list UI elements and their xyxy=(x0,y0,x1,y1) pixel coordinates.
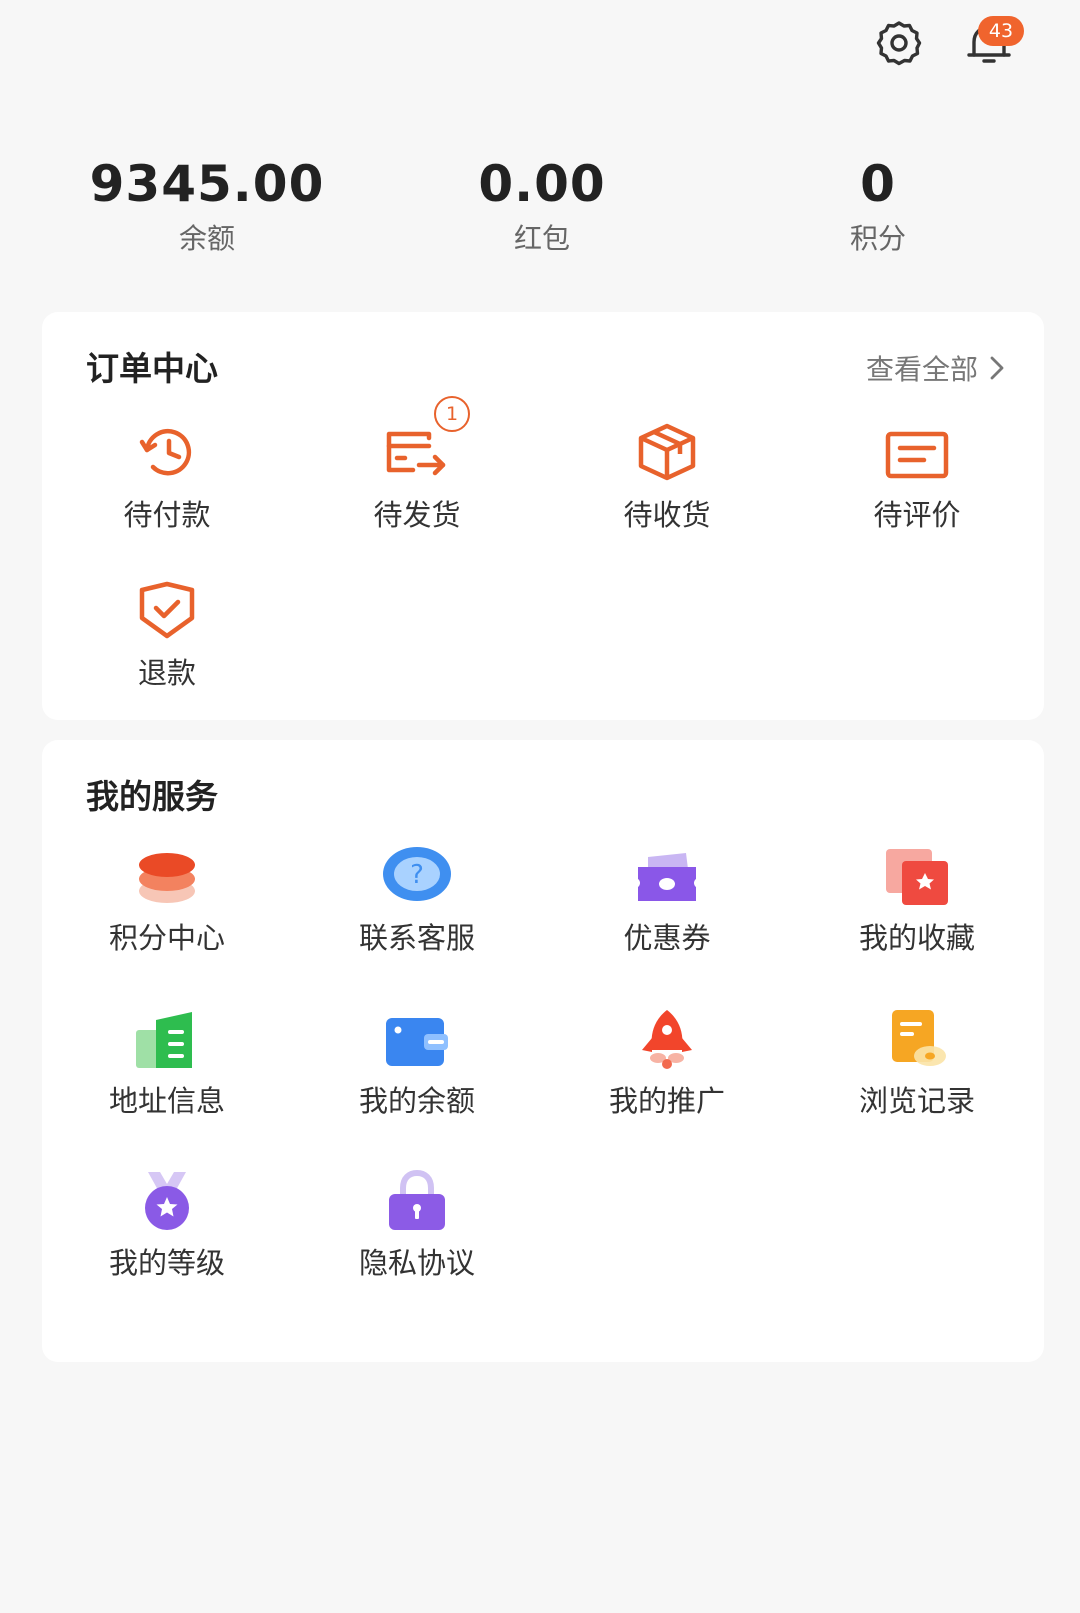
order-pending-payment[interactable]: 待付款 xyxy=(42,412,292,534)
card-send-icon xyxy=(386,431,446,476)
red-packet-value: 0.00 xyxy=(478,155,606,213)
package-box-icon xyxy=(638,423,696,481)
order-refund-label: 退款 xyxy=(137,656,196,690)
order-pending-review[interactable]: 待评价 xyxy=(792,412,1042,534)
service-my-level-label: 我的等级 xyxy=(108,1246,225,1280)
service-browsing-history-label: 浏览记录 xyxy=(858,1084,975,1118)
pending-shipment-badge: 1 xyxy=(434,396,470,432)
view-all-orders-link[interactable]: 查看全部 xyxy=(866,348,1008,388)
balance-stat[interactable]: 9345.00 余额 xyxy=(57,155,357,257)
order-pending-shipment[interactable]: 1 待发货 xyxy=(292,396,542,534)
my-services-title: 我的服务 xyxy=(86,777,218,816)
wallet-icon xyxy=(386,1018,448,1066)
red-packet-label: 红包 xyxy=(513,222,570,255)
order-center-title: 订单中心 xyxy=(86,349,218,388)
service-coupons-label: 优惠券 xyxy=(623,921,711,955)
svg-text:?: ? xyxy=(410,860,424,890)
service-customer-support[interactable]: ? 联系客服 xyxy=(292,835,542,957)
service-points-center[interactable]: 积分中心 xyxy=(42,835,292,957)
chevron-right-icon xyxy=(990,356,1004,380)
order-refund[interactable]: 退款 xyxy=(42,570,292,692)
history-doc-icon xyxy=(892,1010,946,1066)
coin-stack-icon xyxy=(139,853,195,903)
shield-check-icon xyxy=(139,581,195,639)
notification-button[interactable]: 43 xyxy=(958,12,1024,74)
clock-history-icon xyxy=(139,428,192,476)
order-pending-receipt[interactable]: 待收货 xyxy=(542,412,792,534)
service-privacy-agreement[interactable]: 隐私协议 xyxy=(292,1160,542,1282)
service-my-level[interactable]: 我的等级 xyxy=(42,1160,292,1282)
comment-lines-icon xyxy=(885,431,949,479)
help-bubble-icon: ? xyxy=(383,847,451,901)
points-value: 0 xyxy=(860,155,896,213)
notification-count-badge: 43 xyxy=(978,16,1024,46)
points-stat[interactable]: 0 积分 xyxy=(728,155,1028,257)
order-pending-payment-label: 待付款 xyxy=(123,498,211,532)
building-icon xyxy=(136,1012,192,1068)
order-center-card: 订单中心 查看全部 待付款 1 待发货 待收货 待评价 退款 xyxy=(42,312,1044,720)
service-customer-support-label: 联系客服 xyxy=(358,921,475,955)
service-my-balance[interactable]: 我的余额 xyxy=(292,998,542,1120)
service-my-promotion[interactable]: 我的推广 xyxy=(542,998,792,1120)
service-address-info-label: 地址信息 xyxy=(108,1084,225,1118)
service-address-info[interactable]: 地址信息 xyxy=(42,998,292,1120)
order-pending-shipment-label: 待发货 xyxy=(373,498,461,532)
gear-icon xyxy=(876,21,922,66)
service-favorites[interactable]: 我的收藏 xyxy=(792,835,1042,957)
balance-label: 余额 xyxy=(178,222,235,255)
balance-value: 9345.00 xyxy=(89,155,325,213)
order-pending-review-label: 待评价 xyxy=(873,498,961,532)
my-services-card: 我的服务 积分中心 ? 联系客服 优惠券 我的收藏 地址信息 我的余额 我的推广… xyxy=(42,740,1044,1362)
top-bar: 43 xyxy=(820,12,1024,74)
red-packet-stat[interactable]: 0.00 红包 xyxy=(392,155,692,257)
coupon-ticket-icon xyxy=(638,853,696,901)
service-privacy-agreement-label: 隐私协议 xyxy=(358,1246,475,1280)
service-coupons[interactable]: 优惠券 xyxy=(542,835,792,957)
rocket-icon xyxy=(642,1010,692,1069)
order-pending-receipt-label: 待收货 xyxy=(623,498,711,532)
medal-icon xyxy=(145,1172,189,1230)
service-favorites-label: 我的收藏 xyxy=(858,921,975,955)
account-stats: 9345.00 余额 0.00 红包 0 积分 xyxy=(0,155,1080,265)
star-card-icon xyxy=(886,849,948,905)
service-points-center-label: 积分中心 xyxy=(108,921,225,955)
view-all-label: 查看全部 xyxy=(865,353,978,386)
points-label: 积分 xyxy=(849,222,906,255)
settings-button[interactable] xyxy=(868,12,930,74)
service-browsing-history[interactable]: 浏览记录 xyxy=(792,998,1042,1120)
service-my-promotion-label: 我的推广 xyxy=(608,1084,725,1118)
service-my-balance-label: 我的余额 xyxy=(358,1084,475,1118)
padlock-icon xyxy=(389,1170,445,1230)
